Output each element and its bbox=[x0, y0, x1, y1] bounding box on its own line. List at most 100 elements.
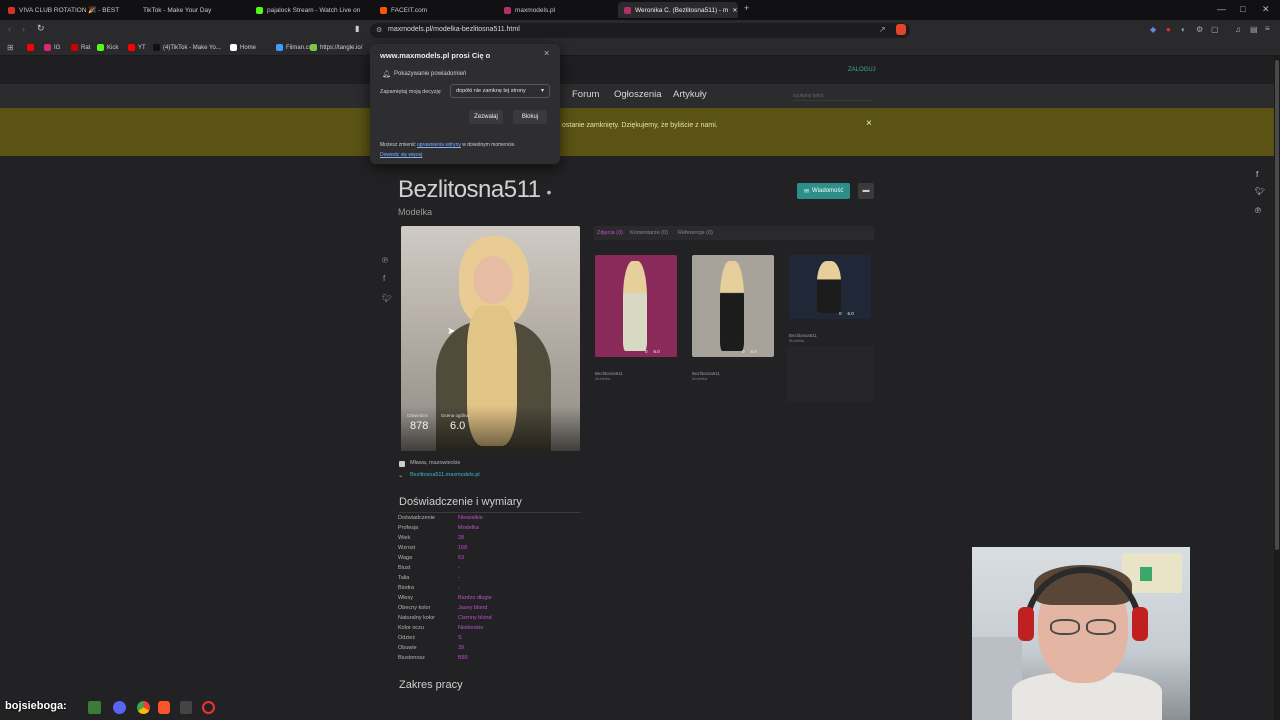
browser-tab[interactable]: Weronika C. (Bezlitosna511) - m ✕ bbox=[618, 2, 738, 18]
bookmark-icon[interactable]: ▮ bbox=[355, 24, 359, 33]
footer-prefix: Możesz zmienić bbox=[380, 142, 416, 148]
browser-tab[interactable]: TikTok - Make Your Day bbox=[126, 2, 244, 18]
main-profile-photo[interactable]: Odwiedzin 878 Ocena ogólna 6.0 bbox=[401, 226, 580, 451]
bookmark-item[interactable] bbox=[27, 44, 37, 51]
tab-favicon-icon bbox=[256, 6, 263, 14]
scroll-thumb[interactable] bbox=[1275, 60, 1279, 550]
discord-icon[interactable] bbox=[113, 701, 126, 714]
photo-stats: 0 6.0 bbox=[742, 349, 757, 354]
allow-button[interactable]: Zezwalaj bbox=[469, 110, 503, 124]
bookmark-label: Home bbox=[240, 44, 257, 51]
page-scrollbar[interactable] bbox=[1274, 56, 1280, 720]
bookmark-item[interactable]: (4)TikTok - Make Yo... bbox=[153, 44, 221, 51]
browser-tab[interactable]: VIVA CLUB ROTATION 🎉 - BEST ! bbox=[2, 2, 120, 18]
bookmark-item[interactable]: YT bbox=[128, 44, 146, 51]
spec-value: - bbox=[458, 585, 460, 591]
learn-more-link[interactable]: Dowiedz się więcej bbox=[380, 152, 422, 158]
share-icon[interactable]: ↗ bbox=[879, 25, 886, 34]
footer-suffix: w dowolnym momencie. bbox=[462, 142, 516, 148]
browser-tab[interactable]: maxmodels.pl bbox=[498, 2, 610, 18]
nav-ogloszenia[interactable]: Ogłoszenia bbox=[614, 89, 662, 100]
glasses-right bbox=[1086, 619, 1116, 635]
extension-icon[interactable]: ● bbox=[1166, 25, 1171, 34]
profile-name: Bezlitosna511 bbox=[398, 176, 541, 203]
bookmark-item[interactable]: Kick bbox=[97, 44, 118, 51]
more-options-icon[interactable]: ▬ bbox=[858, 183, 874, 199]
spec-key: Odzież bbox=[398, 635, 416, 641]
bookmark-item[interactable]: Home bbox=[230, 44, 256, 51]
tab-label: FACEIT.com bbox=[391, 6, 428, 14]
tab-favicon-icon bbox=[380, 6, 387, 14]
online-dot: • bbox=[546, 184, 552, 200]
maximize-icon[interactable]: □ bbox=[1240, 4, 1245, 14]
login-link[interactable]: ZALOGUJ bbox=[848, 67, 876, 73]
puzzle-icon[interactable]: ⚙ bbox=[1196, 25, 1203, 34]
bookmark-item[interactable]: https://tangle.io/ bbox=[310, 44, 362, 51]
app-icon[interactable] bbox=[180, 701, 192, 714]
banner-close-icon[interactable]: × bbox=[866, 118, 872, 129]
spec-value: 168 bbox=[458, 545, 468, 551]
reload-icon[interactable]: ↻ bbox=[37, 23, 45, 34]
tab-photos[interactable]: Zdjęcia (3) bbox=[597, 230, 623, 236]
message-button[interactable]: ✉ Wiadomość bbox=[797, 183, 851, 199]
bell-icon: 🔔︎ bbox=[382, 71, 391, 78]
minimize-icon[interactable]: — bbox=[1217, 4, 1226, 14]
search-input[interactable]: szukany tekst bbox=[793, 91, 873, 101]
site-permissions-link[interactable]: uprawnienia witryny bbox=[417, 142, 461, 148]
facebook-share-icon[interactable]: f bbox=[383, 274, 385, 283]
url-field[interactable]: ⚙ maxmodels.pl/modelka-bezlitosna511.htm… bbox=[370, 23, 910, 38]
browser-tab[interactable]: pajalock Stream - Watch Live on bbox=[250, 2, 368, 18]
profile-site-link[interactable]: Bezlitosna511.maxmodels.pl bbox=[410, 472, 480, 478]
back-icon[interactable]: ‹ bbox=[8, 24, 11, 34]
spec-key: Obecny kolor bbox=[398, 605, 431, 611]
extension-icon[interactable]: ◆ bbox=[1150, 25, 1156, 34]
browser-tab[interactable]: FACEIT.com bbox=[374, 2, 492, 18]
bookmark-label: Filman.cc bbox=[286, 44, 312, 51]
photo-comments: 0 bbox=[645, 349, 648, 354]
close-window-icon[interactable]: ✕ bbox=[1262, 4, 1270, 15]
block-button[interactable]: Blokuj bbox=[513, 110, 547, 124]
facebook-icon[interactable]: f bbox=[1256, 170, 1258, 179]
pinterest-share-icon[interactable]: ℗ bbox=[382, 256, 388, 265]
nav-artykuly[interactable]: Artykuły bbox=[673, 89, 707, 100]
chrome-icon[interactable] bbox=[137, 701, 150, 714]
sidebar-icon[interactable]: ▢ bbox=[1211, 25, 1219, 34]
url-text: maxmodels.pl/modelka-bezlitosna511.html bbox=[388, 26, 520, 33]
bookmark-item[interactable]: Filman.cc bbox=[276, 44, 312, 51]
popup-close-icon[interactable]: × bbox=[544, 48, 549, 58]
remember-select[interactable]: dopóki nie zamknę tej strony ▾ bbox=[450, 84, 550, 98]
bookmark-label: YT bbox=[138, 44, 146, 51]
extension-icon[interactable]: ◐ bbox=[1181, 25, 1186, 34]
bookmark-item[interactable]: IG bbox=[44, 44, 60, 51]
tab-close-icon[interactable]: ✕ bbox=[732, 7, 737, 14]
site-info-icon[interactable]: ⚙ bbox=[376, 26, 382, 34]
pinterest-icon[interactable]: ℗ bbox=[1255, 206, 1261, 215]
forward-icon[interactable]: › bbox=[22, 24, 25, 34]
gallery-photo[interactable]: 0 6.0 bbox=[692, 255, 774, 357]
apps-grid-icon[interactable]: ⊞ bbox=[7, 43, 14, 52]
app-icon[interactable] bbox=[202, 701, 215, 714]
spec-value: Ciemny blond bbox=[458, 615, 492, 621]
brave-shield-icon[interactable] bbox=[896, 24, 906, 35]
media-icon[interactable]: ♫ bbox=[1235, 25, 1241, 34]
tab-comments[interactable]: Komentarze (0) bbox=[630, 230, 668, 236]
photo-face bbox=[473, 256, 513, 304]
site-top-strip: ZALOGUJ bbox=[0, 56, 1274, 84]
spec-value: - bbox=[458, 575, 460, 581]
photo-figure bbox=[817, 261, 841, 313]
brave-icon[interactable] bbox=[158, 701, 170, 714]
gallery-photo[interactable]: 0 6.0 bbox=[595, 255, 677, 357]
twitter-icon[interactable]: 🐦︎ bbox=[1255, 187, 1265, 196]
photo-author-role: Modelka bbox=[692, 376, 708, 381]
tab-label: maxmodels.pl bbox=[515, 6, 556, 14]
bookmark-item[interactable]: Rat bbox=[71, 44, 90, 51]
spec-key: Wzrost bbox=[398, 545, 416, 551]
gallery-photo[interactable]: 0 6.0 bbox=[789, 255, 871, 319]
wallet-icon[interactable]: ▤ bbox=[1250, 25, 1258, 34]
app-icon[interactable] bbox=[88, 701, 101, 714]
nav-forum[interactable]: Forum bbox=[572, 89, 599, 100]
tab-references[interactable]: Referencje (0) bbox=[678, 230, 713, 236]
menu-icon[interactable]: ≡ bbox=[1265, 24, 1270, 33]
new-tab-icon[interactable]: + bbox=[744, 3, 749, 13]
twitter-share-icon[interactable]: 🐦︎ bbox=[382, 294, 392, 303]
